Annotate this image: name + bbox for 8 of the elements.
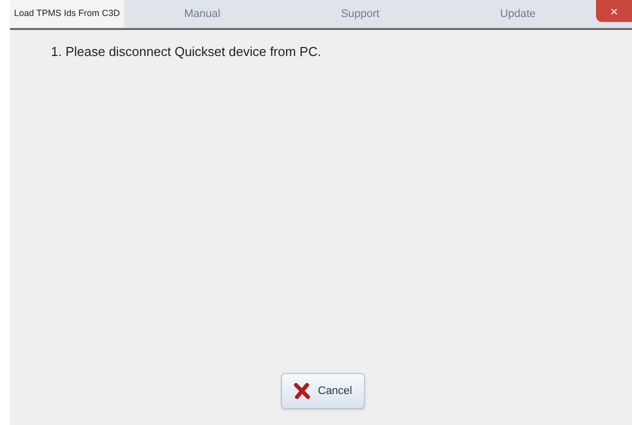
instruction-text: 1. Please disconnect Quickset device from PC. <box>51 43 322 61</box>
close-button[interactable]: × <box>596 0 632 22</box>
toolbar-label: Support <box>340 6 380 22</box>
window-title: Load TPMS Ids From C3D <box>10 0 124 28</box>
toolbar-label: Manual <box>184 6 220 22</box>
toolbar-label: Update <box>500 6 536 22</box>
cancel-button[interactable]: Cancel <box>280 373 366 409</box>
x-icon <box>294 383 310 399</box>
